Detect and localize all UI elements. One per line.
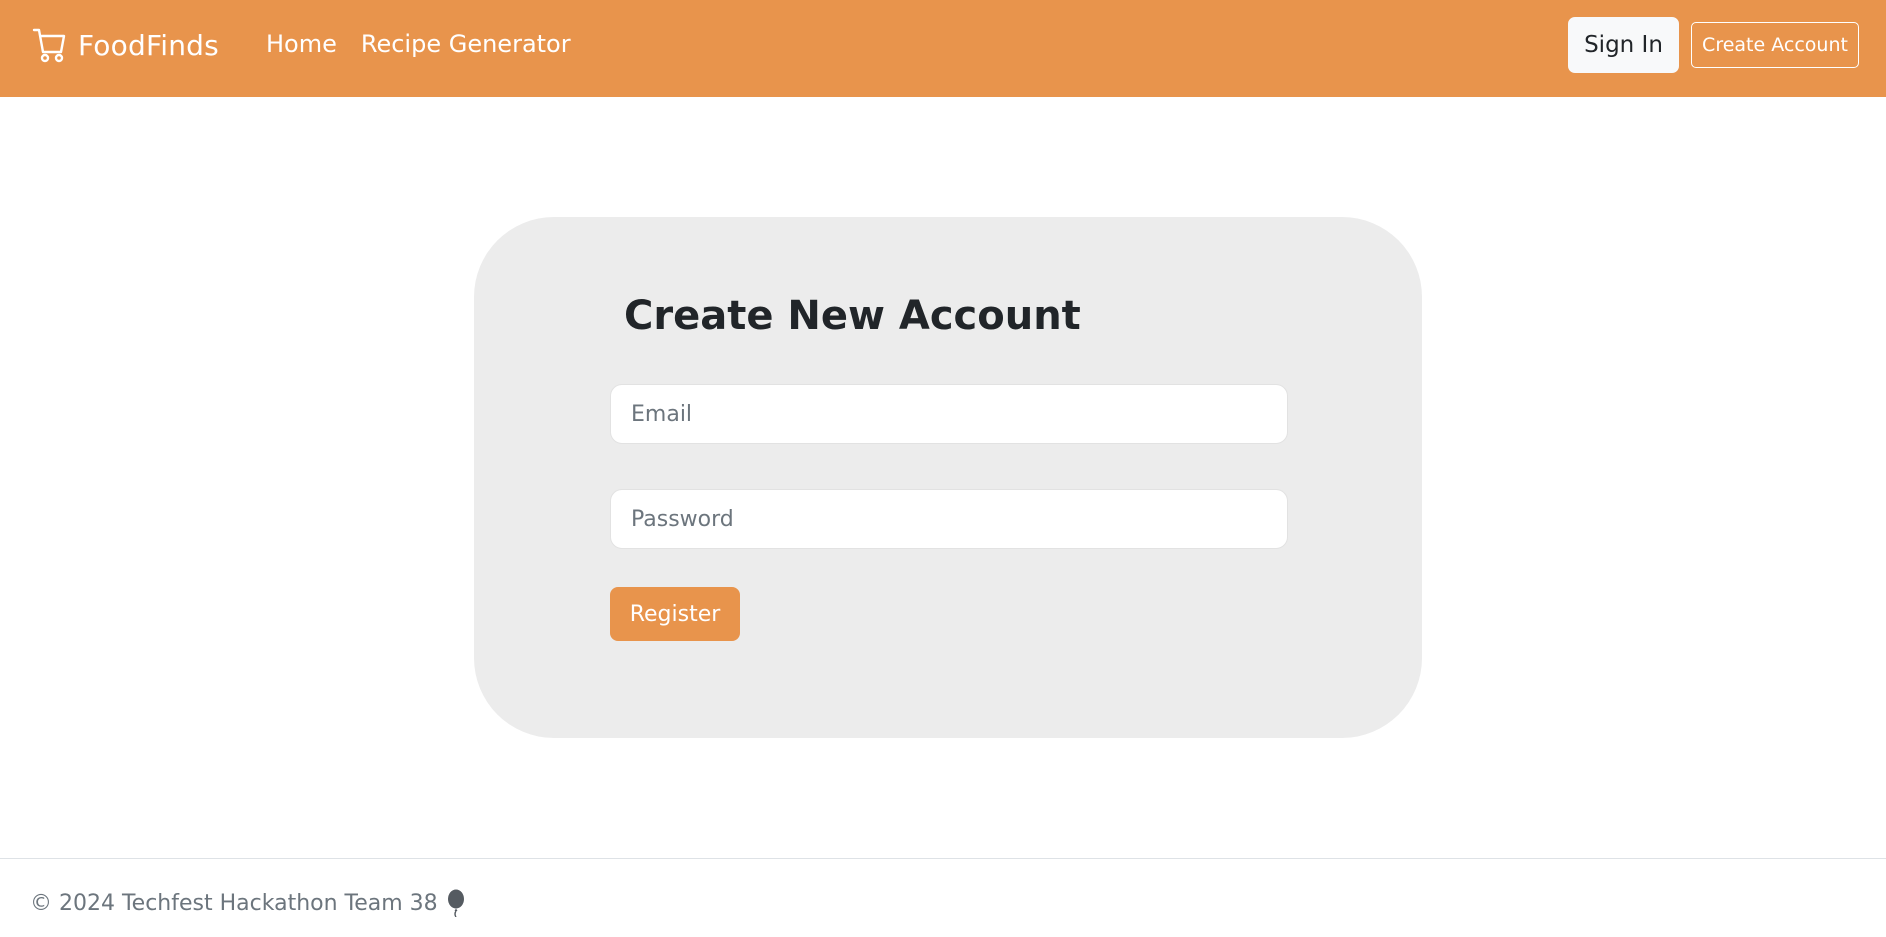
nav-link-home[interactable]: Home [266,30,337,58]
create-account-card: Create New Account Register [474,217,1422,738]
form-title: Create New Account [624,293,1081,339]
footer-copyright: © 2024 Techfest Hackathon Team 38 [30,890,438,916]
sign-in-button[interactable]: Sign In [1568,17,1679,73]
navbar: FoodFinds Home Recipe Generator Sign In … [0,0,1886,97]
cart-icon [32,26,66,64]
nav-link-recipe-generator[interactable]: Recipe Generator [361,30,571,58]
footer: © 2024 Techfest Hackathon Team 38 [0,858,1886,937]
register-button[interactable]: Register [610,587,740,641]
brand-link[interactable]: FoodFinds [32,26,219,64]
email-input[interactable] [610,384,1288,444]
nav-links: Home Recipe Generator [266,30,571,58]
password-input[interactable] [610,489,1288,549]
create-account-button[interactable]: Create Account [1691,22,1859,68]
balloon-icon [446,889,466,918]
footer-text-wrap: © 2024 Techfest Hackathon Team 38 [30,889,466,918]
brand-name: FoodFinds [78,28,219,62]
